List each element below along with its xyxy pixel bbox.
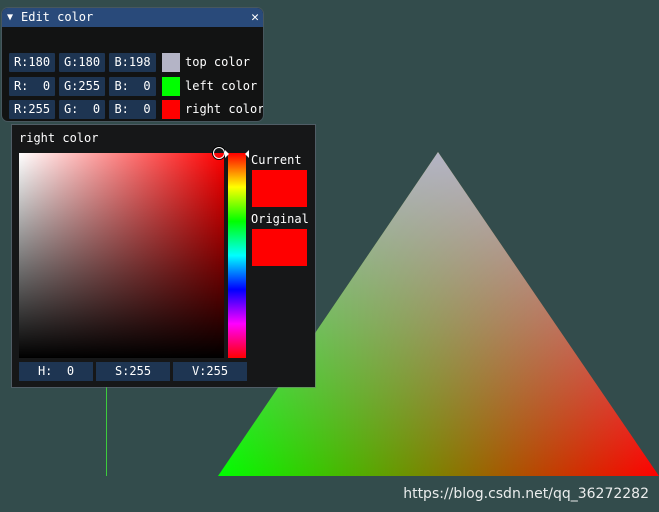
value-field[interactable]: V:255	[173, 362, 247, 381]
top-color-b-field[interactable]: B:198	[109, 53, 156, 72]
original-color-swatch[interactable]	[252, 229, 307, 266]
left-color-label: left color	[185, 79, 258, 93]
saturation-value-square[interactable]	[19, 153, 224, 358]
watermark: https://blog.csdn.net/qq_36272282	[403, 486, 649, 502]
left-color-g-field[interactable]: G:255	[59, 77, 105, 96]
window-titlebar[interactable]: ▼ Edit color ✕	[2, 8, 263, 27]
right-color-r-field[interactable]: R:255	[9, 100, 55, 119]
edit-color-window: ▼ Edit color ✕ R:180 G:180 B:198 top col…	[2, 8, 263, 121]
current-label: Current	[251, 153, 302, 167]
left-color-b-field[interactable]: B: 0	[109, 77, 156, 96]
top-color-g-field[interactable]: G:180	[59, 53, 105, 72]
top-color-swatch[interactable]	[162, 53, 180, 72]
current-color-swatch	[252, 170, 307, 207]
window-title: Edit color	[21, 10, 94, 24]
picker-title: right color	[19, 131, 99, 145]
right-color-b-field[interactable]: B: 0	[109, 100, 156, 119]
right-color-label: right color	[185, 102, 263, 116]
original-label: Original	[251, 212, 309, 226]
hue-arrow-left-icon	[225, 150, 229, 158]
collapse-arrow-icon[interactable]: ▼	[7, 8, 13, 27]
close-icon[interactable]: ✕	[251, 8, 259, 27]
hue-bar[interactable]	[228, 153, 246, 358]
top-color-r-field[interactable]: R:180	[9, 53, 55, 72]
right-color-g-field[interactable]: G: 0	[59, 100, 105, 119]
left-color-r-field[interactable]: R: 0	[9, 77, 55, 96]
saturation-field[interactable]: S:255	[96, 362, 170, 381]
sv-picker-cursor[interactable]	[213, 147, 225, 159]
hue-field[interactable]: H: 0	[19, 362, 93, 381]
right-color-swatch[interactable]	[162, 100, 180, 119]
hue-arrow-right-icon	[245, 150, 249, 158]
top-color-label: top color	[185, 55, 251, 69]
color-picker-popup: right color Current Original H: 0 S:255 …	[12, 125, 315, 387]
left-color-swatch[interactable]	[162, 77, 180, 96]
